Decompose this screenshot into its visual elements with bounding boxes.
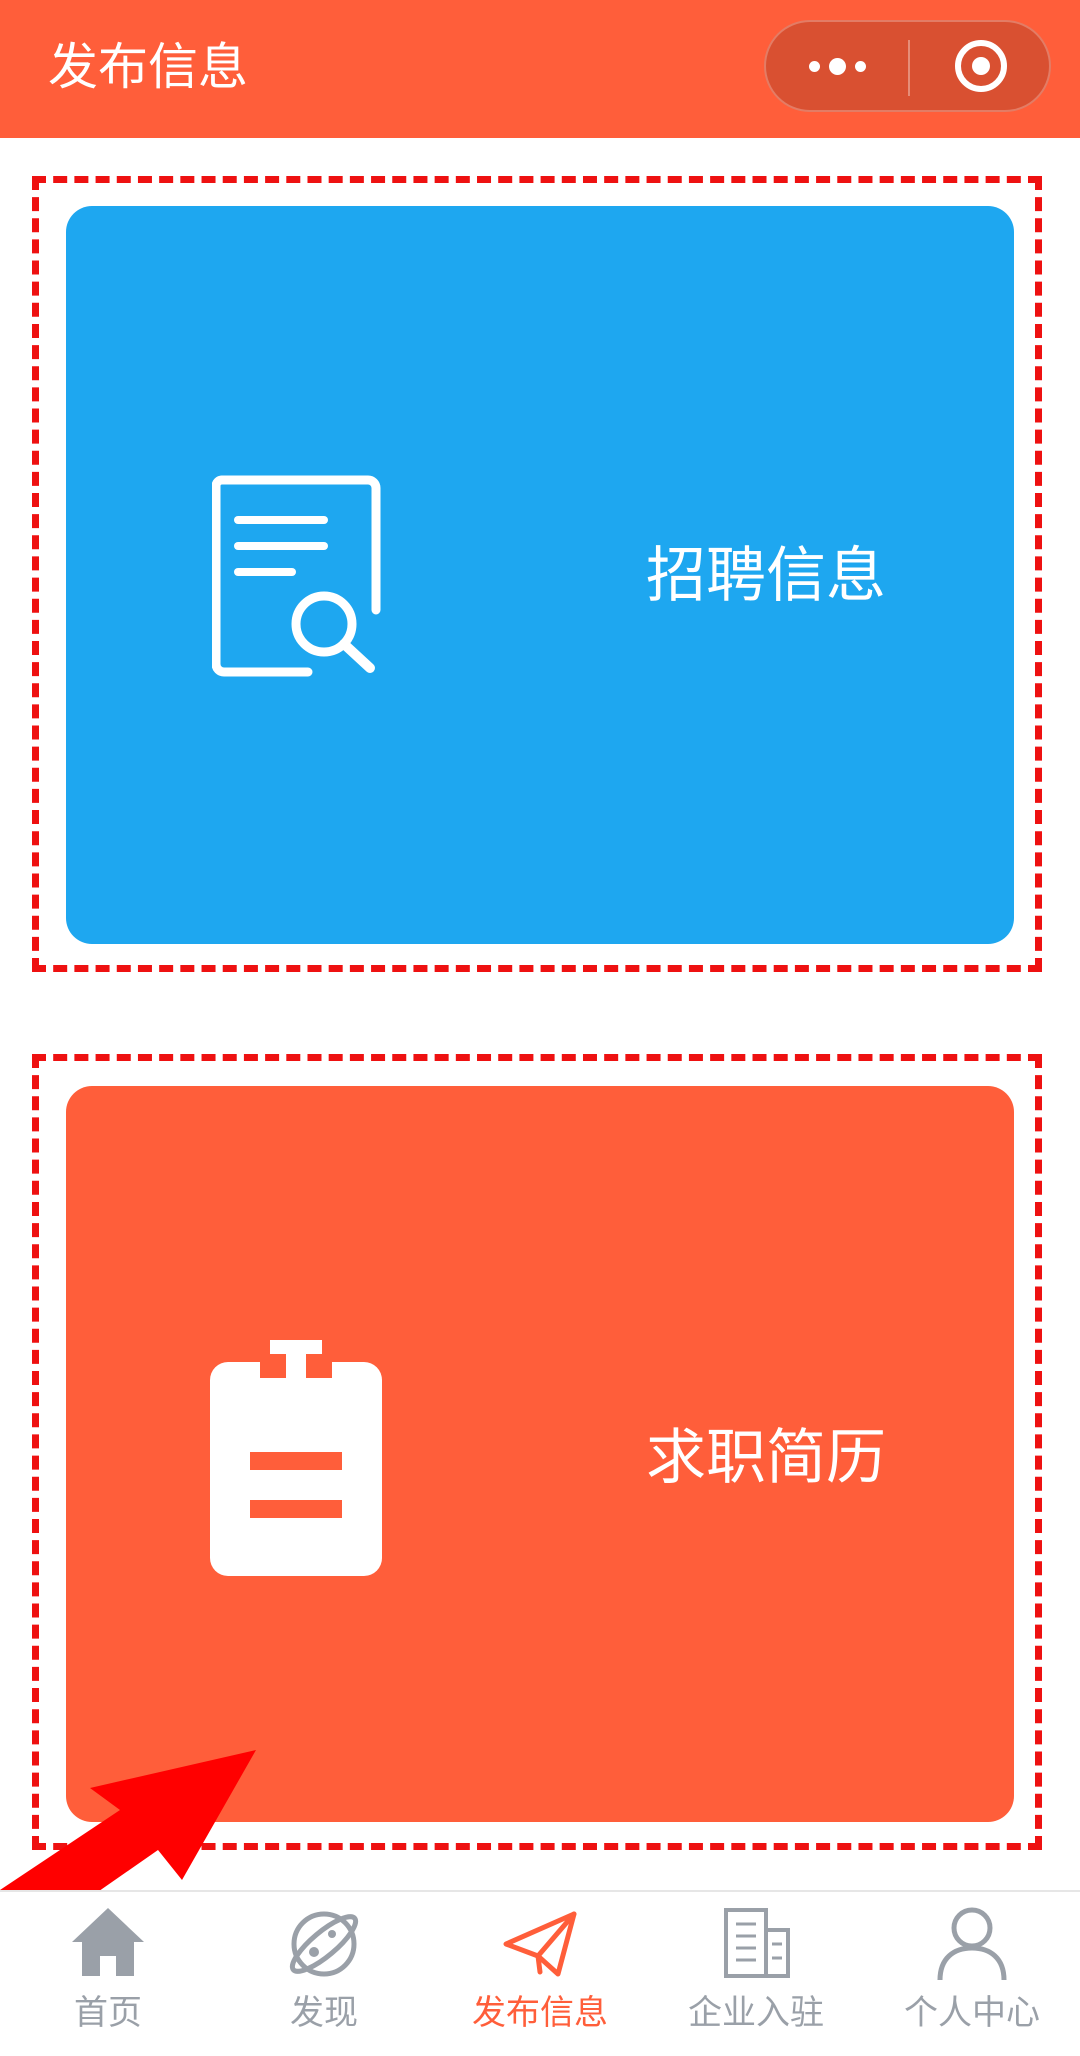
building-icon bbox=[724, 1908, 790, 1978]
user-icon bbox=[937, 1907, 1007, 1980]
recruit-info-label: 招聘信息 bbox=[646, 541, 886, 611]
tab-enterprise-label: 企业入驻 bbox=[688, 1993, 824, 2033]
target-close-icon bbox=[954, 40, 1007, 92]
document-search-icon bbox=[212, 475, 381, 677]
tab-profile[interactable]: 个人中心 bbox=[864, 1892, 1080, 2056]
home-icon bbox=[72, 1908, 144, 1976]
tab-discover-label: 发现 bbox=[290, 1993, 358, 2033]
more-dots-icon bbox=[808, 60, 820, 72]
tab-home-label: 首页 bbox=[74, 1993, 142, 2033]
tab-discover[interactable]: 发现 bbox=[216, 1892, 432, 2056]
paper-plane-icon bbox=[503, 1911, 577, 1977]
tab-publish-label: 发布信息 bbox=[472, 1993, 608, 2033]
tab-publish[interactable]: 发布信息 bbox=[432, 1892, 648, 2056]
tab-enterprise[interactable]: 企业入驻 bbox=[648, 1892, 864, 2056]
tab-profile-label: 个人中心 bbox=[904, 1993, 1040, 2033]
job-resume-card[interactable]: 求职简历 bbox=[66, 1086, 1014, 1822]
bottom-tab-bar: 首页 发现 发布信息 企业入驻 个人中心 bbox=[0, 1890, 1080, 2056]
tab-home[interactable]: 首页 bbox=[0, 1892, 216, 2056]
recruit-info-card[interactable]: 招聘信息 bbox=[66, 206, 1014, 944]
top-navigation-bar: 发布信息 bbox=[0, 0, 1080, 138]
page-title: 发布信息 bbox=[48, 38, 248, 96]
job-resume-label: 求职简历 bbox=[646, 1423, 886, 1493]
planet-icon bbox=[289, 1911, 359, 1977]
mini-program-capsule bbox=[764, 20, 1051, 112]
more-button[interactable] bbox=[766, 22, 908, 110]
clipboard-icon bbox=[210, 1340, 382, 1576]
close-button[interactable] bbox=[910, 22, 1051, 110]
